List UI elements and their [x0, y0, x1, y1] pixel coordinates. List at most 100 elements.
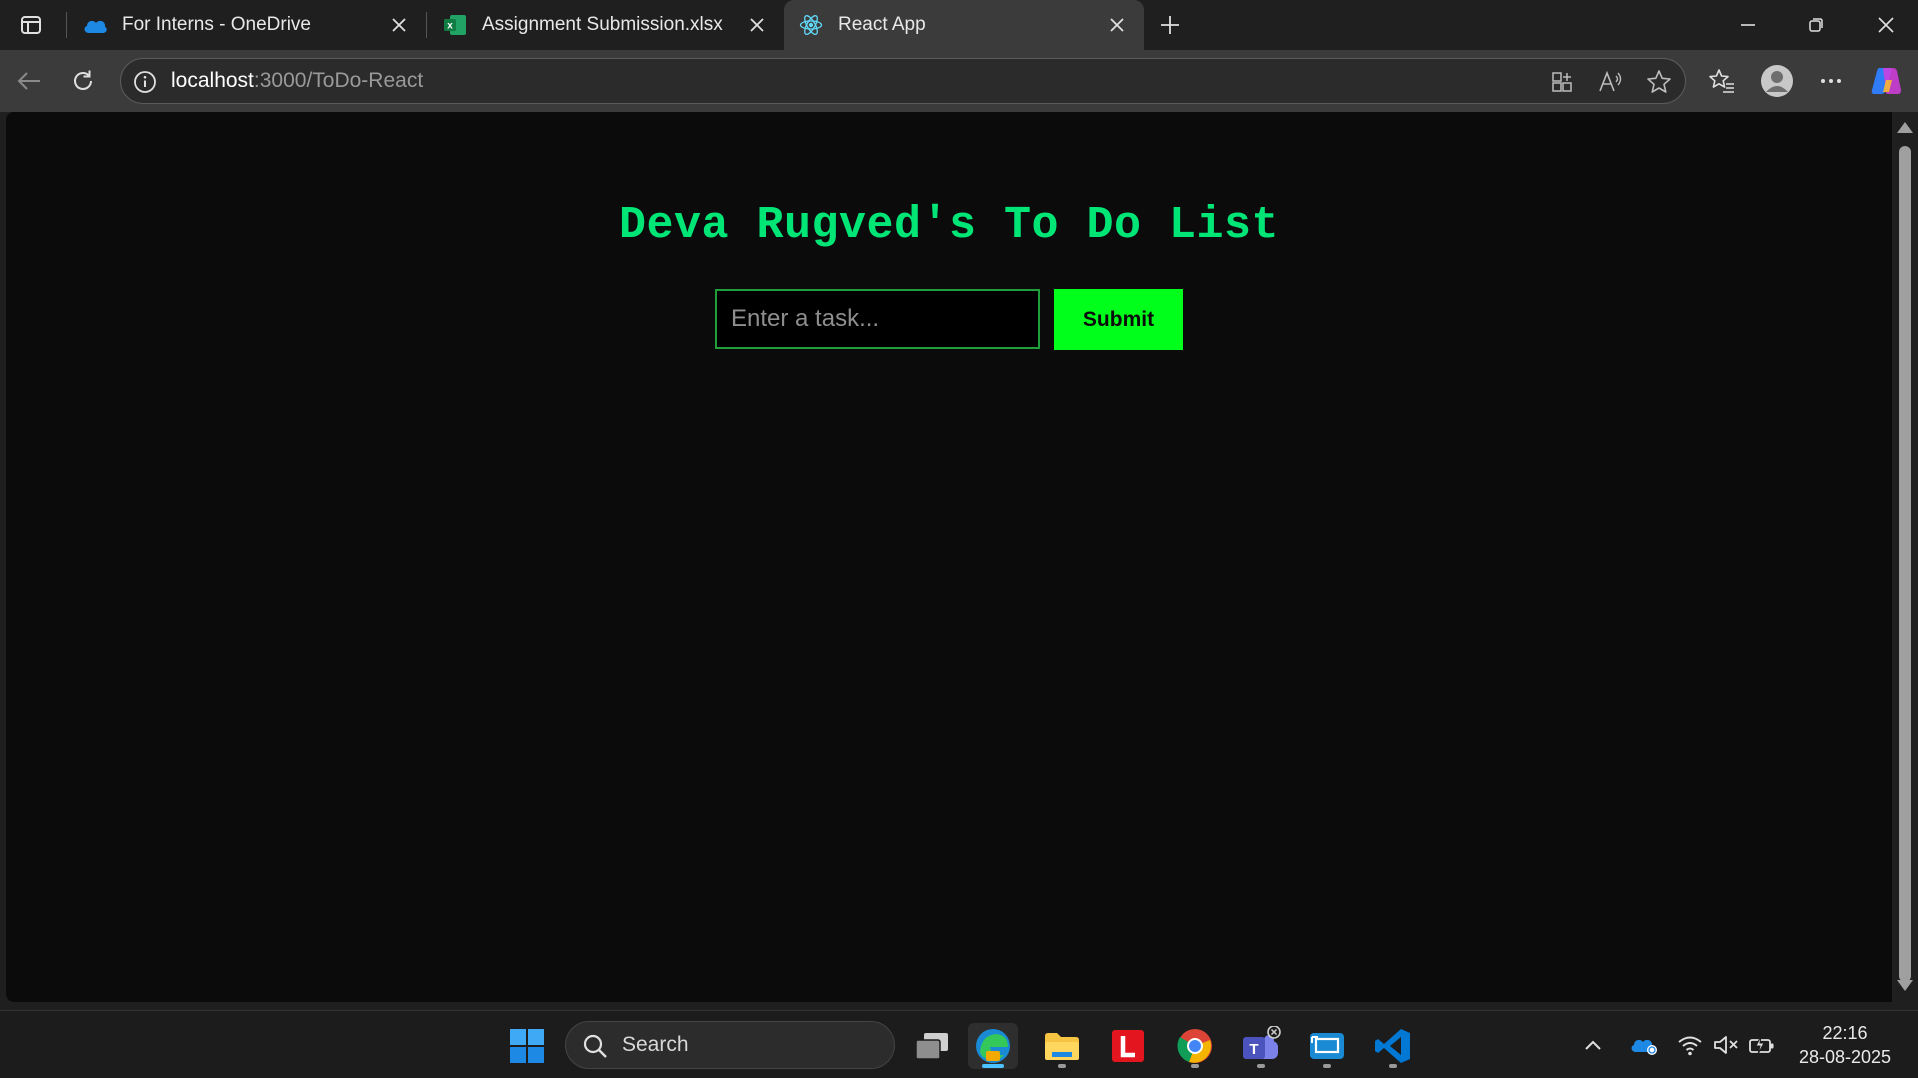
windows-logo-icon	[510, 1029, 544, 1063]
plus-icon	[1161, 16, 1179, 34]
close-window-button[interactable]	[1858, 6, 1914, 44]
new-tab-button[interactable]	[1154, 10, 1186, 40]
tab-actions-button[interactable]	[14, 12, 48, 38]
url-host: localhost	[171, 69, 254, 92]
read-aloud-icon	[1599, 70, 1622, 92]
copilot-button[interactable]	[1867, 63, 1905, 99]
browser-toolbar: localhost:3000/ToDo-React	[0, 50, 1918, 112]
close-icon[interactable]	[386, 12, 412, 38]
url-path: :3000/ToDo-React	[253, 69, 424, 92]
folder-icon	[1045, 1033, 1079, 1060]
snip-icon	[1310, 1033, 1344, 1059]
minimize-button[interactable]	[1720, 6, 1776, 44]
edge-icon	[976, 1029, 1010, 1063]
clock-time: 22:16	[1822, 1023, 1868, 1043]
app-available-button[interactable]	[1548, 67, 1578, 97]
vscode-icon	[1375, 1029, 1410, 1063]
taskbar-edge[interactable]	[968, 1023, 1018, 1069]
excel-icon: x	[442, 12, 468, 38]
scroll-down-arrow-icon[interactable]	[1897, 980, 1913, 991]
teams-icon: T	[1243, 1026, 1281, 1059]
tab-title: Assignment Submission.xlsx	[482, 14, 723, 35]
l-app-icon	[1112, 1030, 1144, 1062]
task-view-icon	[915, 1033, 948, 1060]
taskbar-chrome[interactable]	[1170, 1023, 1220, 1069]
scroll-thumb[interactable]	[1899, 146, 1911, 982]
taskbar: Search T 22:16 28-08-2025	[0, 1010, 1918, 1078]
favorites-button[interactable]	[1703, 63, 1741, 99]
url-text[interactable]: localhost:3000/ToDo-React	[171, 59, 423, 103]
tab-excel[interactable]: x Assignment Submission.xlsx	[428, 0, 784, 50]
tab-actions-icon	[21, 16, 41, 34]
settings-more-button[interactable]	[1812, 63, 1850, 99]
volume-muted-icon	[1714, 1036, 1738, 1054]
address-bar[interactable]: localhost:3000/ToDo-React	[120, 58, 1686, 104]
tab-react-app[interactable]: React App	[784, 0, 1144, 50]
vertical-scrollbar[interactable]	[1892, 112, 1918, 1002]
clock-date: 28-08-2025	[1798, 1047, 1892, 1067]
tray-network[interactable]	[1672, 1027, 1708, 1063]
taskbar-vscode[interactable]	[1368, 1023, 1418, 1069]
tab-separator	[426, 12, 427, 38]
react-icon	[798, 12, 824, 38]
arrow-left-icon	[17, 72, 40, 90]
taskbar-teams[interactable]: T	[1236, 1023, 1286, 1069]
tray-onedrive[interactable]	[1626, 1027, 1662, 1063]
more-dots-icon	[1821, 79, 1841, 83]
svg-text:T: T	[1249, 1041, 1258, 1058]
active-indicator	[982, 1064, 1004, 1068]
taskbar-lenovo-app[interactable]	[1103, 1023, 1153, 1069]
site-info-icon[interactable]	[131, 68, 159, 96]
taskbar-search[interactable]: Search	[565, 1021, 895, 1069]
minimize-icon	[1741, 24, 1755, 26]
taskbar-snipping-tool[interactable]	[1302, 1023, 1352, 1069]
show-hidden-icons-button[interactable]	[1576, 1027, 1610, 1063]
page-title: Deva Rugved's To Do List	[618, 200, 1280, 251]
tab-separator	[66, 12, 67, 38]
close-icon	[1878, 17, 1894, 33]
apps-grid-icon	[1552, 72, 1572, 92]
avatar	[1761, 65, 1793, 97]
open-indicator	[1323, 1064, 1331, 1068]
restore-button[interactable]	[1788, 6, 1844, 44]
copilot-icon	[1871, 68, 1901, 94]
star-icon	[1647, 70, 1671, 93]
onedrive-sync-icon	[1631, 1039, 1657, 1055]
tray-volume[interactable]	[1708, 1027, 1744, 1063]
tab-title: For Interns - OneDrive	[122, 14, 311, 35]
search-icon	[583, 1034, 607, 1058]
wifi-icon	[1678, 1036, 1702, 1056]
scroll-up-arrow-icon[interactable]	[1897, 122, 1913, 133]
open-indicator	[1389, 1064, 1397, 1068]
submit-button[interactable]: Submit	[1054, 289, 1183, 350]
read-aloud-button[interactable]	[1596, 67, 1626, 97]
back-button[interactable]	[10, 63, 48, 99]
tab-strip: For Interns - OneDrive x Assignment Subm…	[0, 0, 1918, 50]
restore-icon	[1809, 18, 1823, 32]
start-button[interactable]	[502, 1023, 552, 1069]
open-indicator	[1058, 1064, 1066, 1068]
tray-battery[interactable]	[1744, 1027, 1780, 1063]
tab-title: React App	[838, 14, 926, 35]
task-view-button[interactable]	[907, 1023, 957, 1069]
open-indicator	[1257, 1064, 1265, 1068]
refresh-button[interactable]	[64, 63, 102, 99]
svg-text:x: x	[447, 21, 453, 32]
tab-onedrive[interactable]: For Interns - OneDrive	[68, 0, 426, 50]
taskbar-file-explorer[interactable]	[1037, 1023, 1087, 1069]
profile-button[interactable]	[1757, 63, 1797, 99]
refresh-icon	[74, 70, 92, 90]
chrome-icon	[1177, 1029, 1212, 1063]
chevron-up-icon	[1585, 1040, 1601, 1050]
search-label: Search	[622, 1033, 689, 1056]
page-viewport: Deva Rugved's To Do List Submit	[6, 112, 1892, 1002]
onedrive-cloud-icon	[82, 12, 108, 38]
taskbar-clock[interactable]: 22:16 28-08-2025	[1790, 1021, 1900, 1069]
close-icon[interactable]	[744, 12, 770, 38]
close-icon[interactable]	[1104, 12, 1130, 38]
task-input[interactable]	[715, 289, 1040, 349]
open-indicator	[1191, 1064, 1199, 1068]
battery-charging-icon	[1749, 1035, 1774, 1055]
favorite-button[interactable]	[1644, 67, 1674, 97]
favorites-list-icon	[1709, 69, 1734, 93]
